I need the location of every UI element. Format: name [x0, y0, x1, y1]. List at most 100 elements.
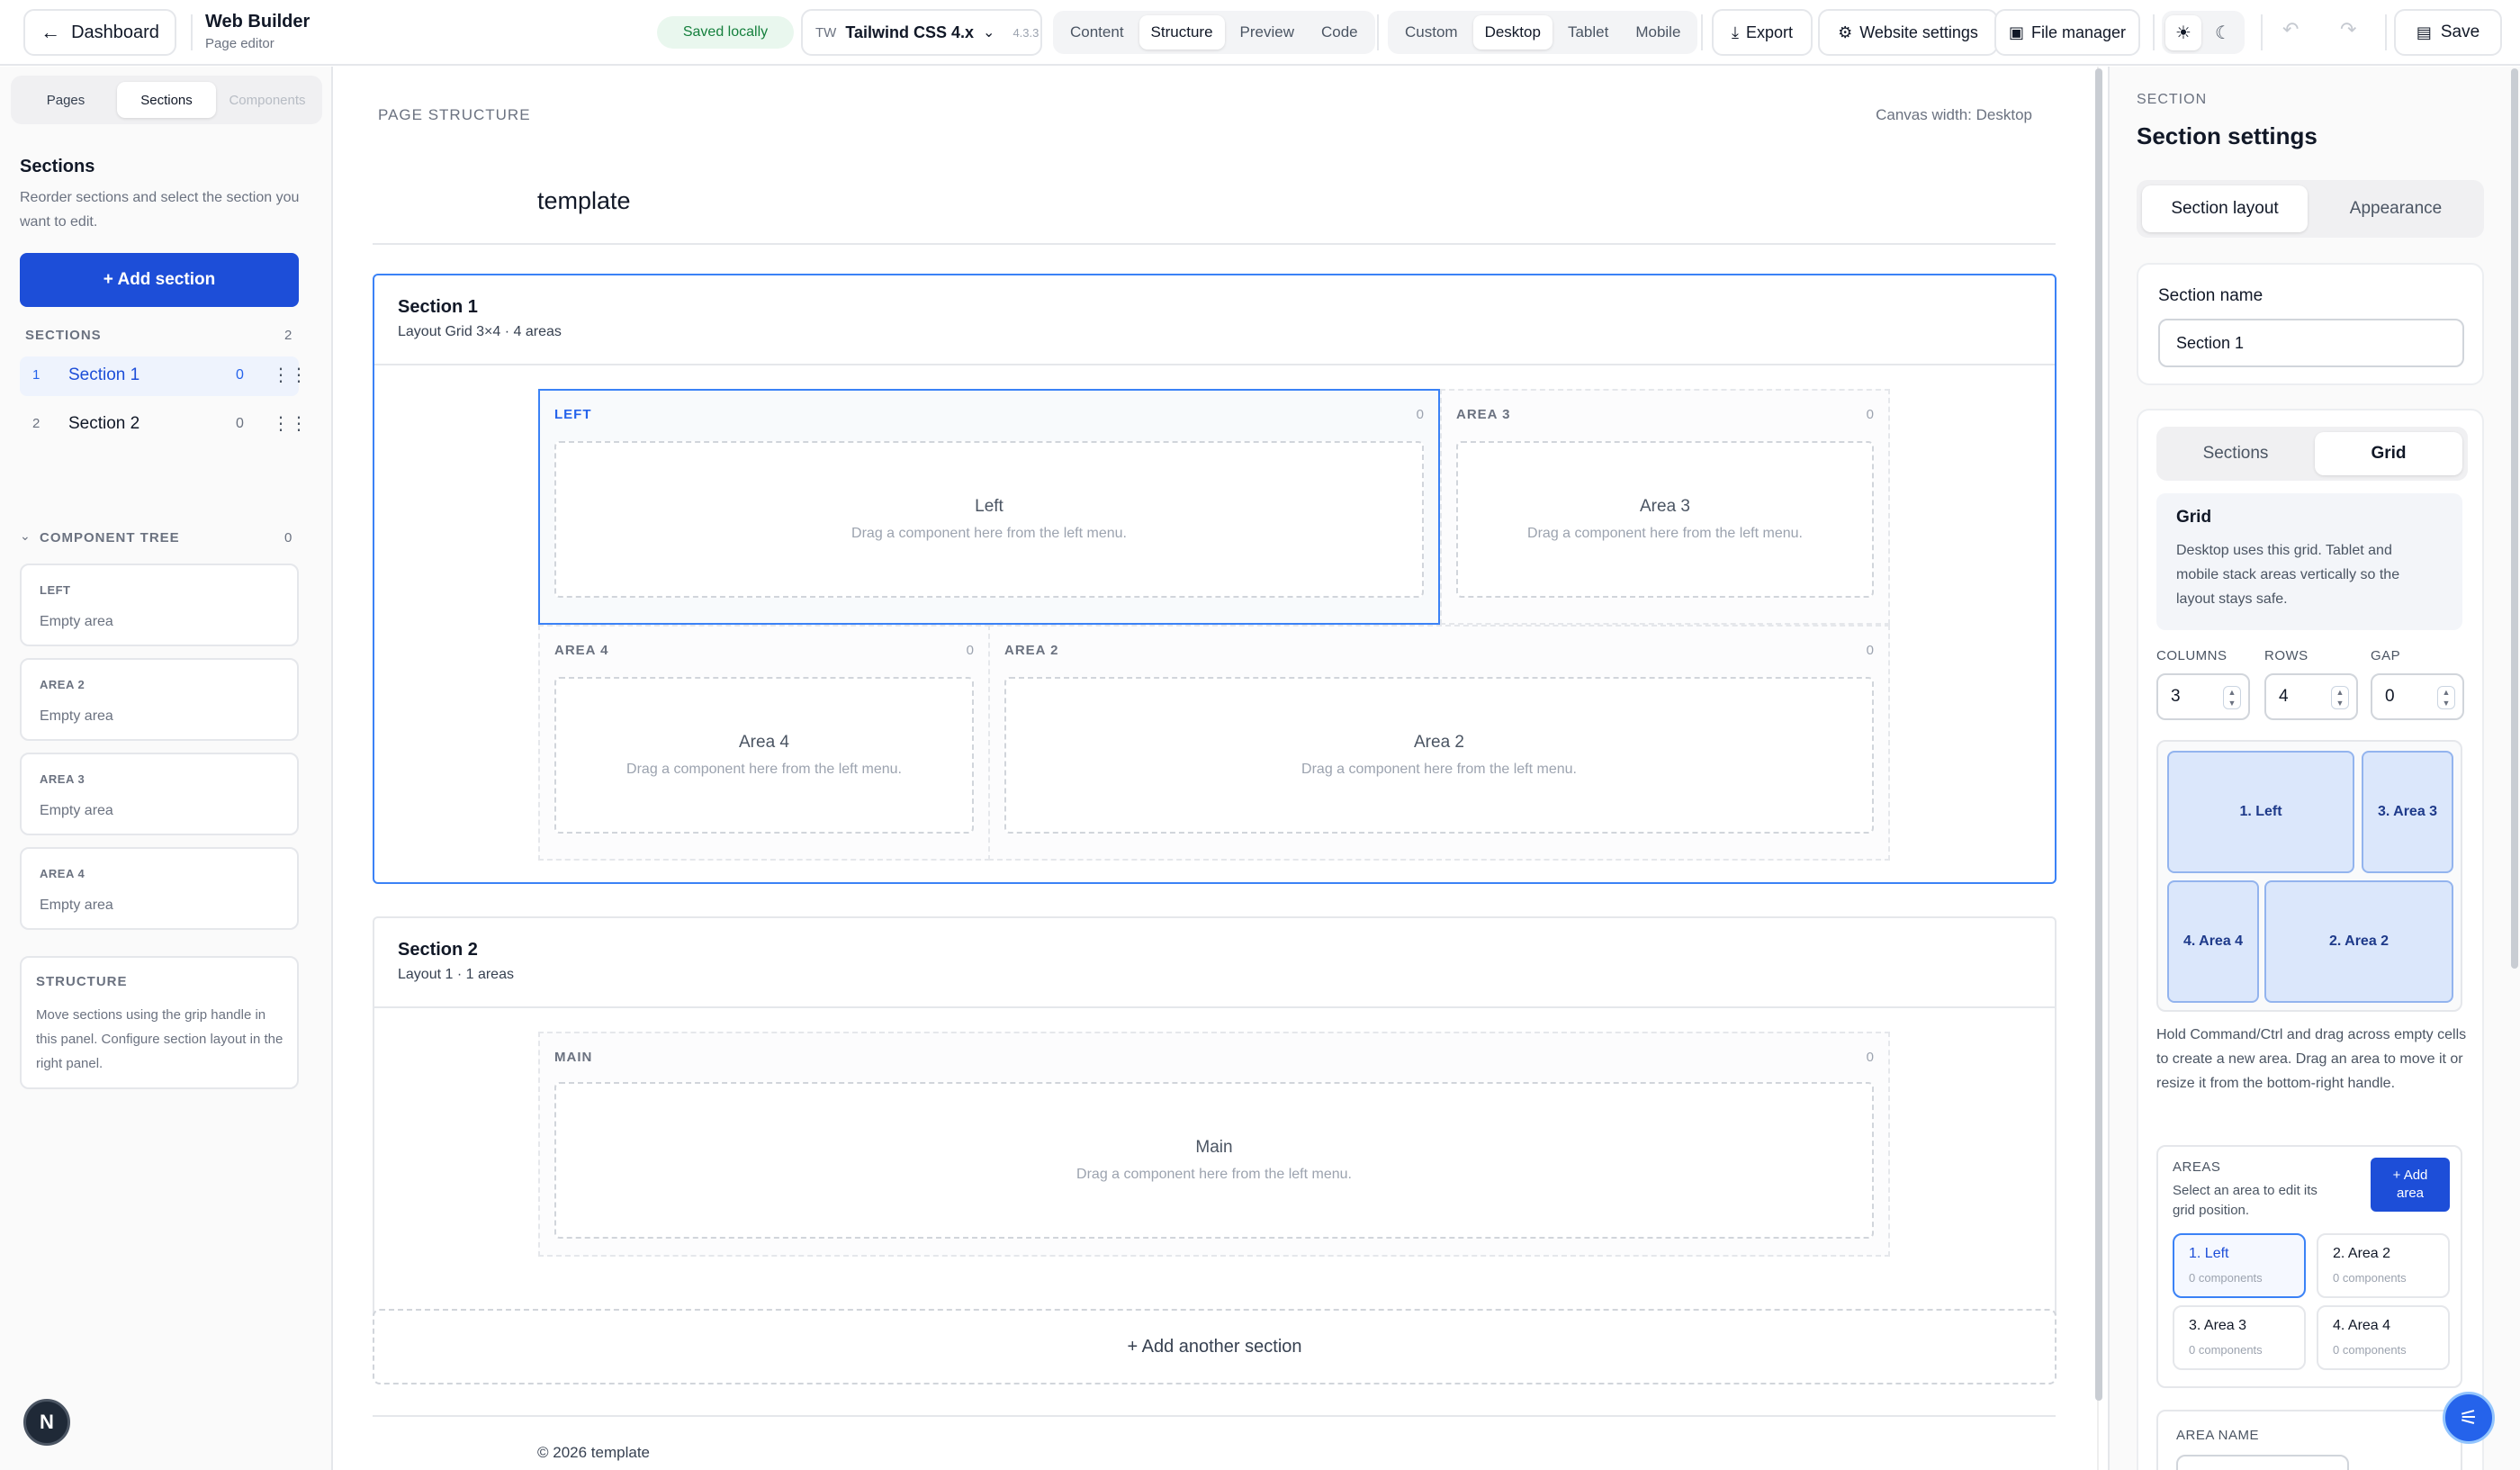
- add-section-button[interactable]: + Add section: [20, 253, 299, 307]
- component-tree-toggle[interactable]: ⌄ COMPONENT TREE 0: [20, 528, 299, 550]
- add-area-button[interactable]: + Add area: [2371, 1158, 2450, 1212]
- grip-handle-icon[interactable]: ⋮⋮: [272, 364, 308, 386]
- chevron-down-icon: ⌄: [983, 25, 995, 41]
- section-title: Section 2: [398, 940, 478, 960]
- file-manager-button[interactable]: ▣ File manager: [1994, 9, 2140, 56]
- section-count: 0: [236, 367, 244, 383]
- stepper-icon[interactable]: ▲ ▼: [2331, 686, 2349, 709]
- website-settings-label: Website settings: [1859, 23, 1978, 41]
- drop-zone-name: Area 3: [1640, 497, 1690, 516]
- device-desktop[interactable]: Desktop: [1472, 15, 1552, 50]
- export-button[interactable]: ⤓ Export: [1712, 9, 1813, 56]
- drop-zone-name: Area 4: [739, 733, 789, 752]
- divider: [1701, 14, 1703, 50]
- right-scrollbar-thumb[interactable]: [2511, 68, 2518, 969]
- grid-area-3[interactable]: AREA 3 0 Area 3 Drag a component here fr…: [1440, 389, 1890, 625]
- rows-value: 4: [2279, 687, 2289, 706]
- area-chip-name: 1. Left: [2189, 1246, 2229, 1261]
- area-label: AREA 2: [1004, 643, 1059, 658]
- grid-preview: 1. Left 3. Area 3 4. Area 4 2. Area 2: [2156, 740, 2462, 1012]
- sections-heading: SECTIONS: [25, 328, 102, 343]
- tab-code[interactable]: Code: [1310, 15, 1370, 50]
- page-footer: © 2026 template: [537, 1444, 650, 1461]
- tree-item-title: AREA 3: [40, 772, 86, 786]
- grid-cell-left[interactable]: 1. Left: [2167, 751, 2354, 873]
- grid-cell-area-4[interactable]: 4. Area 4: [2167, 880, 2259, 1003]
- left-panel: Pages Sections Components Sections Reord…: [0, 67, 333, 1470]
- grid-area-main[interactable]: MAIN 0 Main Drag a component here from t…: [538, 1032, 1890, 1257]
- grid-area-2[interactable]: AREA 2 0 Area 2 Drag a component here fr…: [988, 625, 1890, 861]
- area-chip[interactable]: 1. Left 0 components: [2173, 1233, 2306, 1298]
- gap-input[interactable]: 0 ▲ ▼: [2371, 673, 2464, 720]
- rows-input[interactable]: 4 ▲ ▼: [2264, 673, 2358, 720]
- dashboard-button[interactable]: ← Dashboard: [23, 9, 176, 56]
- area-chip-sub: 0 components: [2189, 1343, 2263, 1357]
- drop-zone[interactable]: Left Drag a component here from the left…: [554, 441, 1424, 598]
- tab-preview[interactable]: Preview: [1228, 15, 1306, 50]
- tab-section-layout[interactable]: Section layout: [2142, 185, 2308, 232]
- section-name-input[interactable]: Section 1: [2158, 319, 2464, 367]
- moon-icon[interactable]: ☾: [2205, 15, 2241, 50]
- drop-zone[interactable]: Main Drag a component here from the left…: [554, 1082, 1874, 1239]
- area-chip[interactable]: 3. Area 3 0 components: [2173, 1305, 2306, 1370]
- tree-item[interactable]: AREA 4 Empty area: [20, 847, 299, 930]
- grid-cell-area-2[interactable]: 2. Area 2: [2264, 880, 2453, 1003]
- tab-appearance[interactable]: Appearance: [2313, 185, 2479, 232]
- section-2[interactable]: Section 2 Layout 1 · 1 areas MAIN 0 Main…: [373, 916, 2056, 1347]
- tab-components[interactable]: Components: [218, 82, 317, 118]
- structure-note: STRUCTURE Move sections using the grip h…: [20, 956, 299, 1089]
- avatar[interactable]: N: [23, 1399, 70, 1446]
- website-settings-button[interactable]: ⚙ Website settings: [1818, 9, 1998, 56]
- device-tablet[interactable]: Tablet: [1556, 15, 1620, 50]
- sun-icon[interactable]: ☀: [2165, 14, 2201, 50]
- section-title: Section 1: [398, 297, 478, 317]
- tree-item[interactable]: AREA 2 Empty area: [20, 658, 299, 741]
- divider: [374, 364, 2055, 365]
- canvas-scrollbar-thumb[interactable]: [2095, 68, 2102, 1401]
- areas-heading: AREAS: [2173, 1159, 2221, 1175]
- tree-item[interactable]: LEFT Empty area: [20, 564, 299, 646]
- redo-icon[interactable]: ↷: [2340, 18, 2356, 41]
- add-another-section-button[interactable]: + Add another section: [373, 1309, 2056, 1384]
- stepper-icon[interactable]: ▲ ▼: [2437, 686, 2455, 709]
- grip-handle-icon[interactable]: ⋮⋮: [272, 412, 308, 435]
- grid-area-left[interactable]: LEFT 0 Left Drag a component here from t…: [538, 389, 1440, 625]
- grid-info-box: Grid Desktop uses this grid. Tablet and …: [2156, 493, 2462, 630]
- tab-pages[interactable]: Pages: [16, 82, 115, 118]
- page-title[interactable]: template: [537, 187, 631, 215]
- canvas: PAGE STRUCTURE Canvas width: Desktop tem…: [335, 67, 2099, 1470]
- drop-zone-name: Main: [1195, 1138, 1233, 1157]
- drop-zone[interactable]: Area 2 Drag a component here from the le…: [1004, 677, 1874, 834]
- divider: [373, 243, 2056, 245]
- area-chip[interactable]: 4. Area 4 0 components: [2317, 1305, 2450, 1370]
- framework-prefix: TW: [815, 24, 837, 41]
- tab-sections[interactable]: Sections: [117, 82, 216, 118]
- tab-content[interactable]: Content: [1058, 15, 1136, 50]
- framework-select[interactable]: TW Tailwind CSS 4.x ⌄ 4.3.3: [801, 9, 1042, 56]
- floating-settings-button[interactable]: ⚟: [2443, 1392, 2495, 1444]
- undo-icon[interactable]: ↶: [2282, 18, 2299, 41]
- section-list-item[interactable]: 2 Section 2 0 ⋮⋮: [20, 405, 308, 445]
- drop-zone[interactable]: Area 4 Drag a component here from the le…: [554, 677, 974, 834]
- tab-structure[interactable]: Structure: [1138, 15, 1225, 50]
- grid-area-4[interactable]: AREA 4 0 Area 4 Drag a component here fr…: [538, 625, 990, 861]
- area-chip[interactable]: 2. Area 2 0 components: [2317, 1233, 2450, 1298]
- section-list-item[interactable]: 1 Section 1 0 ⋮⋮: [20, 356, 308, 396]
- area-name-input[interactable]: [2176, 1455, 2349, 1470]
- section-1[interactable]: Section 1 Layout Grid 3×4 · 4 areas LEFT…: [373, 274, 2056, 884]
- tree-item[interactable]: AREA 3 Empty area: [20, 753, 299, 835]
- device-custom[interactable]: Custom: [1393, 15, 1470, 50]
- columns-input[interactable]: 3 ▲ ▼: [2156, 673, 2250, 720]
- settings-tabs: Section layout Appearance: [2137, 180, 2484, 238]
- subtab-sections[interactable]: Sections: [2162, 432, 2309, 475]
- left-title: Sections: [20, 157, 95, 176]
- grid-cell-area-3[interactable]: 3. Area 3: [2362, 751, 2453, 873]
- subtab-grid[interactable]: Grid: [2315, 432, 2462, 475]
- device-mobile[interactable]: Mobile: [1624, 15, 1692, 50]
- divider: [373, 1415, 2056, 1417]
- drop-zone[interactable]: Area 3 Drag a component here from the le…: [1456, 441, 1874, 598]
- sliders-icon: ⚟: [2459, 1405, 2479, 1430]
- dashboard-label: Dashboard: [71, 22, 159, 42]
- save-button[interactable]: ▤ Save: [2394, 9, 2502, 56]
- stepper-icon[interactable]: ▲ ▼: [2223, 686, 2241, 709]
